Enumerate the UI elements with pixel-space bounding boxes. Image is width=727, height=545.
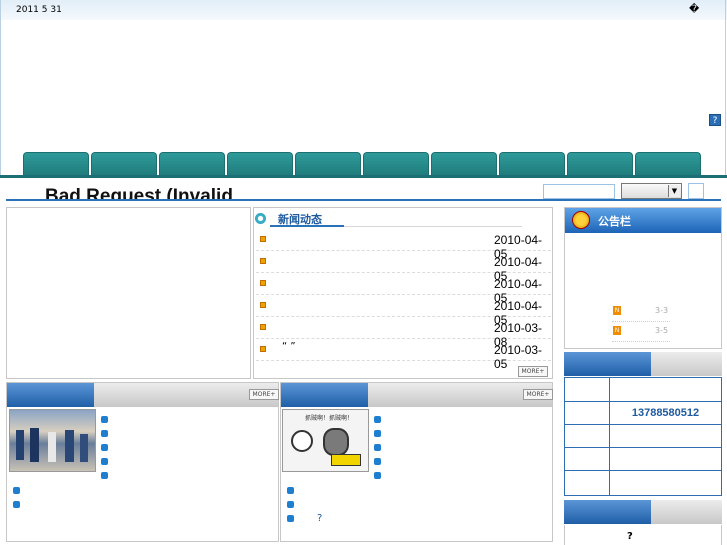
contact-cell [565, 471, 610, 495]
cartoon-figure [323, 428, 349, 456]
cartoon-figure [291, 430, 313, 452]
news-title-rule [344, 226, 522, 227]
nav-tab-3[interactable] [159, 152, 225, 176]
news-item[interactable]: 2010-04-05 [256, 295, 551, 327]
link-bullet-icon [374, 444, 381, 451]
news-more-button[interactable]: MORE+ [518, 366, 548, 377]
link-bullet-icon [374, 472, 381, 479]
contact-cell [565, 448, 610, 471]
nav-tab-4[interactable] [227, 152, 293, 176]
news-item[interactable]: 2010-04-05 [256, 229, 551, 261]
new-badge-icon: N [613, 326, 621, 335]
news-bullet-icon [260, 258, 266, 264]
news-item[interactable]: “ ” 2010-03-05 [256, 339, 551, 371]
link-bullet-icon [101, 458, 108, 465]
help-label: ? [712, 116, 718, 126]
police-crowd-photo[interactable] [9, 409, 96, 472]
panel-3-header-left [7, 383, 94, 407]
link-bullet-icon [374, 416, 381, 423]
header-frame [0, 0, 726, 177]
contact-phone: 13788580512 [631, 407, 700, 419]
link-bullet-icon [374, 458, 381, 465]
notice-title: 公告栏 [598, 215, 631, 228]
nav-tab-9[interactable] [567, 152, 633, 176]
new-badge-icon: N [613, 306, 621, 315]
bottom-right-header-right [651, 500, 722, 524]
panel-4-link-text[interactable]: ? [317, 513, 322, 524]
nav-tab-2[interactable] [91, 152, 157, 176]
contact-cell [610, 378, 721, 402]
cartoon-caption: 抓贼啊！抓贼啊！ [305, 415, 354, 422]
photo-figure [30, 428, 39, 462]
nav-tab-6[interactable] [363, 152, 429, 176]
news-bullet-icon [260, 236, 266, 242]
chevron-down-icon[interactable]: ▼ [668, 185, 680, 197]
notice-header: 公告栏 [565, 208, 721, 233]
bottom-right-header-left [564, 500, 651, 524]
contact-header [564, 352, 722, 377]
panel-4-header-left [281, 383, 368, 407]
photo-figure [48, 432, 56, 462]
photo-figure [80, 434, 88, 462]
cartoon-figure [331, 454, 361, 466]
search-select[interactable]: ▼ [621, 183, 682, 199]
link-bullet-icon [13, 501, 20, 508]
help-icon[interactable]: ? [709, 114, 721, 126]
news-bullet-icon [260, 346, 266, 352]
bottom-right-text: ? [627, 531, 633, 542]
panel-3-more-button[interactable]: MORE+ [249, 389, 279, 400]
link-bullet-icon [101, 472, 108, 479]
banner-divider [6, 199, 721, 201]
notice-item-text[interactable]: 3-3 [655, 306, 668, 315]
link-bullet-icon [374, 430, 381, 437]
news-bullet-icon [260, 324, 266, 330]
contact-table: 13788580512 [564, 377, 722, 496]
link-bullet-icon [287, 515, 294, 522]
panel-4-more-button[interactable]: MORE+ [523, 389, 553, 400]
date-text: 2011 5 31 [16, 5, 62, 15]
contact-cell [565, 378, 610, 402]
link-bullet-icon [101, 416, 108, 423]
contact-header-right [651, 352, 722, 376]
news-bullet-icon [260, 280, 266, 286]
nav-tab-1[interactable] [23, 152, 89, 176]
banner-title: Bad Request (Invalid [45, 186, 233, 200]
feature-panel [6, 207, 251, 379]
link-bullet-icon [287, 501, 294, 508]
search-button[interactable] [688, 183, 704, 199]
cartoon-thief-illustration[interactable]: 抓贼啊！抓贼啊！ [282, 409, 369, 472]
bottom-right-body: ? [564, 525, 722, 545]
nav-tab-7[interactable] [431, 152, 497, 176]
link-bullet-icon [101, 444, 108, 451]
link-bullet-icon [13, 487, 20, 494]
link-bullet-icon [287, 487, 294, 494]
corner-glyph: � [689, 4, 700, 15]
news-item[interactable]: 2010-03-08 [256, 317, 551, 349]
news-item[interactable]: 2010-04-05 [256, 251, 551, 283]
news-title-underline [270, 225, 344, 227]
notice-item-text[interactable]: 3-5 [655, 326, 668, 335]
contact-cell [565, 425, 610, 448]
nav-tab-10[interactable] [635, 152, 701, 176]
contact-cell [610, 448, 721, 471]
police-emblem-icon [572, 211, 590, 229]
news-item-text[interactable]: “ ” [282, 341, 296, 352]
photo-figure [65, 430, 74, 462]
nav-tab-5[interactable] [295, 152, 361, 176]
link-bullet-icon [101, 430, 108, 437]
news-bullet-icon [260, 302, 266, 308]
notice-item[interactable]: N 3-3 [612, 305, 670, 322]
news-item[interactable]: 2010-04-05 [256, 273, 551, 305]
contact-header-left [564, 352, 651, 376]
photo-figure [16, 430, 24, 460]
notice-item[interactable]: N 3-5 [612, 325, 670, 342]
contact-cell [565, 402, 610, 425]
contact-cell: 13788580512 [610, 402, 721, 425]
contact-cell [610, 425, 721, 448]
nav-tab-8[interactable] [499, 152, 565, 176]
bottom-right-header [564, 500, 722, 525]
news-title-icon [255, 213, 266, 224]
search-input[interactable] [543, 184, 615, 199]
